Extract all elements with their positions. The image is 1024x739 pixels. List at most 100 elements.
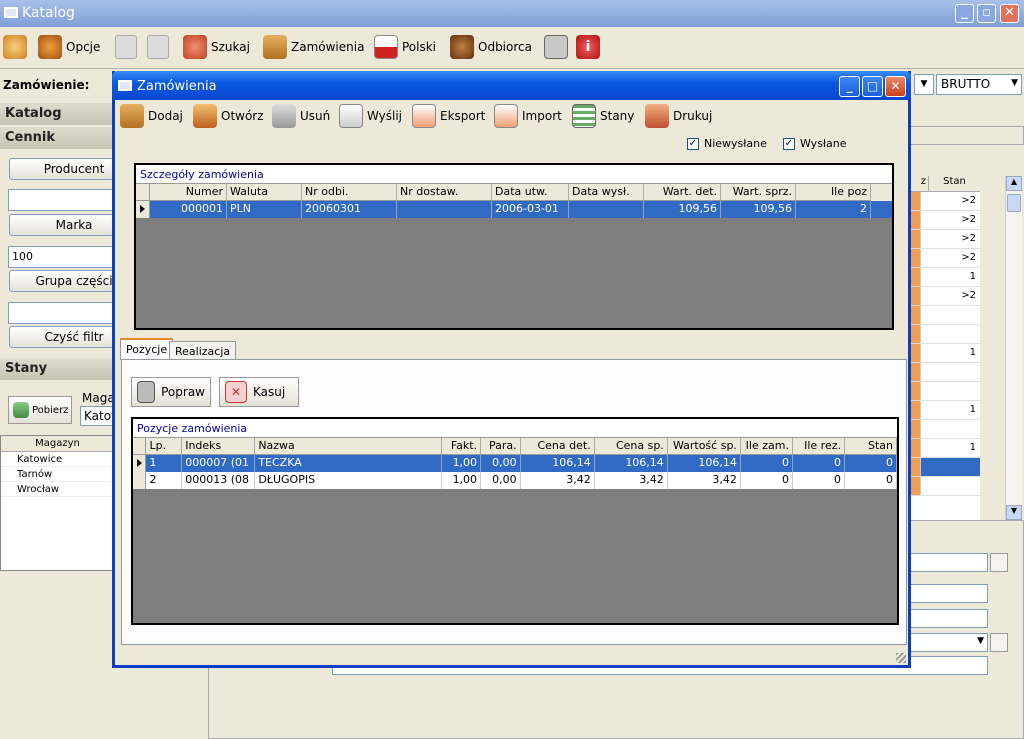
delete-order-button[interactable]: Usuń	[272, 102, 330, 130]
search-icon	[183, 35, 207, 59]
add-label: Dodaj	[148, 109, 183, 123]
import-button[interactable]: Import	[494, 102, 562, 130]
table-row[interactable]	[911, 477, 980, 496]
table-row[interactable]: 1 000007 (01 TECZKA 1,00 0,00 106,14 106,14 106…	[133, 455, 898, 472]
detail-select[interactable]: ▼	[910, 633, 988, 652]
column-header[interactable]: Wart. sprz.	[721, 184, 796, 201]
search-icon[interactable]	[990, 553, 1008, 572]
list-item[interactable]: Tarnów	[1, 467, 114, 482]
export-icon	[412, 104, 436, 128]
column-header[interactable]: Data wysł.	[569, 184, 644, 201]
table-row[interactable]: >2	[911, 211, 980, 230]
recipient-button[interactable]: Odbiorca	[450, 30, 532, 64]
warehouse-select[interactable]: Katowice	[80, 406, 114, 426]
table-row[interactable]: 000001 PLN 20060301 2006-03-01 109,56 10…	[136, 201, 892, 218]
column-header[interactable]: Nr dostaw.	[397, 184, 492, 201]
table-row[interactable]: >2	[911, 192, 980, 211]
table-row[interactable]	[911, 363, 980, 382]
table-row[interactable]: >2	[911, 287, 980, 306]
table-cell: 1	[146, 455, 183, 472]
table-row[interactable]	[911, 420, 980, 439]
column-header[interactable]: Waluta	[227, 184, 302, 201]
table-row[interactable]: >2	[911, 230, 980, 249]
language-button[interactable]: Polski	[374, 30, 436, 64]
orders-button[interactable]: Zamówienia	[263, 30, 364, 64]
maximize-button[interactable]: ▫	[977, 4, 996, 23]
table-cell: 106,14	[668, 455, 741, 472]
detail-field-2[interactable]	[910, 584, 988, 603]
stock-button[interactable]: Stany	[572, 102, 634, 130]
send-order-button[interactable]: Wyślij	[339, 102, 402, 130]
tab-items[interactable]: Pozycje	[120, 338, 174, 360]
info-button[interactable]: i	[576, 30, 600, 64]
table-row[interactable]: 2 000013 (08 DŁUGOPIS 1,00 0,00 3,42 3,42 3,42 0…	[133, 472, 898, 489]
sent-filter-checkbox[interactable]: ✓ Wysłane	[783, 137, 847, 150]
column-header[interactable]: Cena det.	[520, 438, 595, 455]
scroll-thumb[interactable]	[1007, 194, 1021, 212]
stock-grid-scrollbar[interactable]: ▲ ▼	[1005, 176, 1022, 520]
close-button[interactable]: ✕	[1000, 4, 1019, 23]
column-header[interactable]: Data utw.	[492, 184, 569, 201]
column-header[interactable]: Numer	[150, 184, 227, 201]
dialog-minimize-button[interactable]: _	[839, 76, 860, 97]
column-header[interactable]: Ile zam.	[740, 438, 793, 455]
list-item[interactable]: Katowice	[1, 452, 114, 467]
order-label: Zamówienie:	[3, 78, 90, 92]
list-item[interactable]: Wrocław	[1, 482, 114, 497]
scroll-down-icon[interactable]: ▼	[1006, 505, 1022, 520]
column-header[interactable]: Indeks	[182, 438, 256, 455]
table-row[interactable]: 1	[911, 439, 980, 458]
preview-button[interactable]	[544, 30, 568, 64]
resize-grip-icon[interactable]	[896, 653, 906, 663]
dialog-window-icon	[118, 80, 132, 91]
add-order-button[interactable]: Dodaj	[120, 102, 183, 130]
column-header[interactable]: Nazwa	[255, 438, 443, 455]
export-button[interactable]: Eksport	[412, 102, 485, 130]
dialog-close-button[interactable]: ✕	[885, 76, 906, 97]
table-row[interactable]: 1	[911, 401, 980, 420]
price-mode-select[interactable]: BRUTTO ▼	[936, 74, 1022, 95]
detail-field-3[interactable]	[910, 609, 988, 628]
column-header[interactable]: Wart. det.	[644, 184, 721, 201]
column-header[interactable]: Ile poz	[796, 184, 871, 201]
table-cell: 0,00	[481, 455, 521, 472]
power-button[interactable]	[3, 30, 27, 64]
column-header[interactable]: Wartość sp.	[667, 438, 741, 455]
scroll-up-icon[interactable]: ▲	[1006, 176, 1022, 191]
search-icon[interactable]	[990, 633, 1008, 652]
delete-item-button[interactable]: ✕ Kasuj	[219, 377, 299, 407]
table-cell: 20060301	[302, 201, 397, 218]
column-header[interactable]: Fakt.	[442, 438, 482, 455]
open-order-button[interactable]: Otwórz	[193, 102, 264, 130]
detail-field-1[interactable]	[910, 553, 988, 572]
row-indicator	[133, 472, 147, 489]
print-button[interactable]: Drukuj	[645, 102, 712, 130]
table-row[interactable]: >2	[911, 249, 980, 268]
table-row[interactable]	[911, 382, 980, 401]
fetch-button[interactable]: Pobierz	[8, 396, 72, 424]
table-row[interactable]	[911, 325, 980, 344]
column-header[interactable]: Ile rez.	[792, 438, 845, 455]
tab-realization[interactable]: Realizacja	[169, 341, 237, 361]
disabled-button-1[interactable]	[115, 30, 137, 64]
orders-dialog-title-bar: Zamówienia _ □ ✕	[112, 71, 911, 100]
column-header[interactable]: Lp.	[146, 438, 183, 455]
search-button[interactable]: Szukaj	[183, 30, 250, 64]
options-button[interactable]: Opcje	[38, 30, 100, 64]
table-row[interactable]	[911, 458, 980, 477]
column-header[interactable]: Cena sp.	[594, 438, 668, 455]
unsent-filter-checkbox[interactable]: ✓ Niewysłane	[687, 137, 767, 150]
stock-flag-icon	[911, 458, 921, 476]
column-header[interactable]: Para.	[481, 438, 521, 455]
disabled-button-2[interactable]	[147, 30, 169, 64]
table-cell	[397, 201, 492, 218]
dialog-maximize-button[interactable]: □	[862, 76, 883, 97]
table-row[interactable]	[911, 306, 980, 325]
minimize-button[interactable]: _	[955, 4, 974, 23]
chevron-down-icon[interactable]: ▼	[914, 74, 934, 95]
column-header[interactable]: Stan	[844, 438, 898, 455]
table-row[interactable]: 1	[911, 268, 980, 287]
table-row[interactable]: 1	[911, 344, 980, 363]
edit-item-button[interactable]: Popraw	[131, 377, 211, 407]
column-header[interactable]: Nr odbi.	[302, 184, 397, 201]
